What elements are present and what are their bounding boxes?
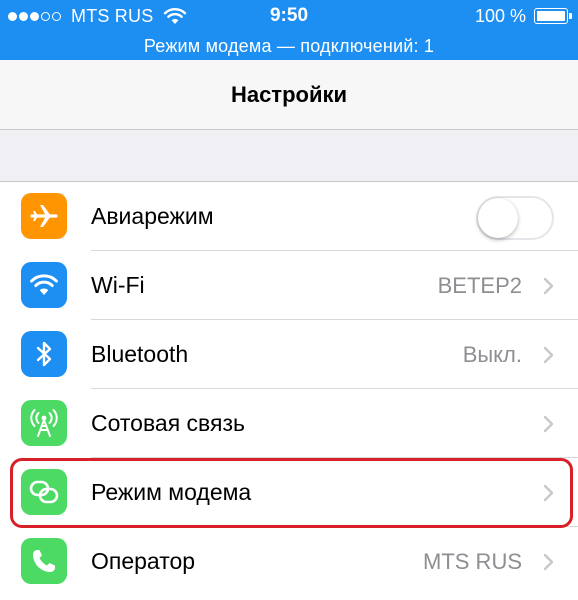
toggle-knob [478,198,518,238]
status-bar: MTS RUS 9:50 100 % [0,0,578,32]
status-right: 100 % [474,0,572,32]
airplane-icon [21,193,67,239]
airplane-mode-toggle[interactable] [476,196,554,240]
bluetooth-status: Выкл. [462,342,522,367]
chevron-right-icon [543,553,554,571]
carrier-value: MTS RUS [423,549,522,574]
settings-row-carrier[interactable]: Оператор MTS RUS [0,527,578,596]
personal-hotspot-icon [21,469,67,515]
cell-signal-icon [8,0,61,32]
wifi-network-name: BETEP2 [437,273,522,298]
chevron-right-icon [543,277,554,295]
chevron-right-icon [543,484,554,502]
cellular-antenna-icon [21,400,67,446]
chevron-right-icon [543,346,554,364]
settings-list: Авиарежим Wi-Fi BETEP2 Bluetooth Выкл. С… [0,182,578,600]
settings-row-label: Авиарежим [91,203,214,229]
settings-row-label: Bluetooth [91,341,189,367]
section-spacer [0,130,578,182]
settings-row-label: Режим модема [91,479,252,505]
navigation-bar: Настройки [0,60,578,130]
bluetooth-icon [21,331,67,377]
wifi-status-icon [164,8,187,24]
top-bar: MTS RUS 9:50 100 % Режим модема — подклю… [0,0,578,60]
settings-row-airplane-mode: Авиарежим [0,182,578,251]
settings-row-personal-hotspot[interactable]: Режим модема [0,458,578,527]
settings-row-bluetooth[interactable]: Bluetooth Выкл. [0,320,578,389]
status-left: MTS RUS [8,0,187,32]
settings-row-label: Оператор [91,548,196,574]
hotspot-connections-banner[interactable]: Режим модема — подключений: 1 [0,32,578,60]
settings-row-label: Wi-Fi [91,272,145,298]
phone-icon [21,538,67,584]
chevron-right-icon [543,415,554,433]
settings-row-label: Сотовая связь [91,410,246,436]
settings-row-cellular[interactable]: Сотовая связь [0,389,578,458]
carrier-name: MTS RUS [71,6,154,26]
battery-percent: 100 % [474,6,526,26]
battery-icon [534,8,572,24]
page-title: Настройки [230,82,348,107]
wifi-icon [21,262,67,308]
settings-row-wifi[interactable]: Wi-Fi BETEP2 [0,251,578,320]
